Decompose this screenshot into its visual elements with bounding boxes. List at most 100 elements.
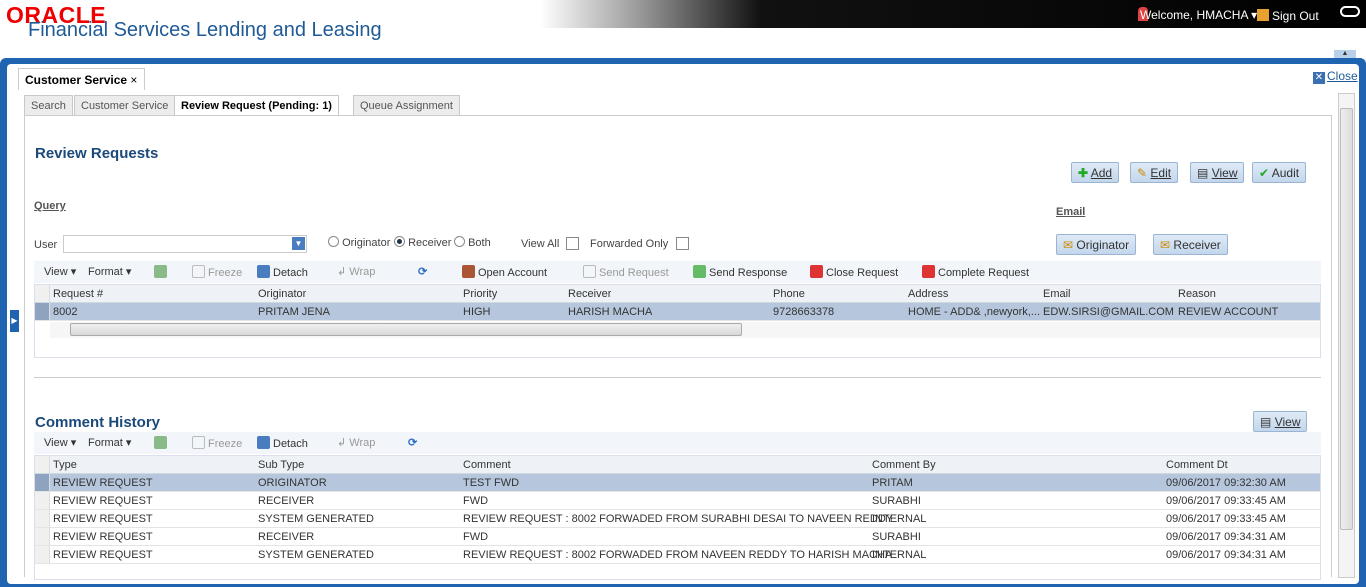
wrap-icon: ↲ [337, 437, 350, 449]
document-icon: ▤ [1197, 166, 1209, 180]
horizontal-scroll-thumb[interactable] [70, 323, 742, 336]
expand-left-panel-button[interactable]: ▶ [10, 310, 19, 332]
refresh-icon[interactable]: ⟳ [408, 436, 417, 449]
close-request-button[interactable]: Close Request [810, 265, 898, 279]
freeze-label: Freeze [208, 267, 243, 279]
sign-out-icon [1257, 9, 1269, 21]
chevron-down-icon[interactable]: ▼ [292, 237, 305, 250]
cell-comment-dt: 09/06/2017 09:34:31 AM [1166, 549, 1286, 561]
close-tab-icon[interactable]: × [130, 73, 137, 87]
detach-label: Detach [273, 438, 308, 450]
table-row[interactable]: REVIEW REQUEST SYSTEM GENERATED REVIEW REQ… [35, 510, 1320, 528]
cell-type: REVIEW REQUEST [53, 531, 153, 543]
audit-button[interactable]: ✔ Audit [1252, 162, 1307, 183]
column-header[interactable]: Receiver [568, 288, 611, 300]
cell-sub-type: RECEIVER [258, 495, 315, 507]
view-button[interactable]: ▤ View [1190, 162, 1245, 183]
cell-receiver: HARISH MACHA [568, 306, 653, 318]
send-request-button[interactable]: Send Request [583, 265, 669, 279]
cell-sub-type: RECEIVER [258, 531, 315, 543]
cell-sub-type: SYSTEM GENERATED [258, 513, 374, 525]
format-menu[interactable]: Format ▾ [88, 436, 131, 449]
freeze-button[interactable]: Freeze [192, 436, 242, 450]
edit-button[interactable]: ✎ Edit [1130, 162, 1179, 183]
checkmark-icon: ✔ [1259, 166, 1270, 180]
table-row[interactable]: REVIEW REQUEST SYSTEM GENERATED REVIEW REQ… [35, 546, 1320, 564]
cell-comment: FWD [463, 495, 489, 507]
email-originator-button[interactable]: ✉ Originator [1056, 234, 1137, 255]
sign-out-link[interactable]: Sign Out [1272, 9, 1319, 23]
view-menu[interactable]: View ▾ [44, 265, 76, 278]
column-header[interactable]: Phone [773, 288, 805, 300]
requests-toolbar: View ▾ Format ▾ Freeze Detach ↲ Wrap ⟳ O… [34, 261, 1321, 283]
forwarded-only-checkbox[interactable] [676, 237, 689, 250]
table-row[interactable]: REVIEW REQUEST ORIGINATOR TEST FWD PRITAM 09… [35, 474, 1320, 492]
table-row[interactable]: REVIEW REQUEST RECEIVER FWD SURABHI 09/06/20… [35, 528, 1320, 546]
column-header[interactable]: Comment [463, 459, 511, 471]
filter-icon [154, 265, 167, 278]
close-request-label: Close Request [826, 267, 899, 279]
wrap-button[interactable]: ↲ Wrap [337, 436, 375, 449]
pencil-icon: ✎ [1137, 166, 1148, 180]
close-button[interactable]: ✕ Close [1313, 69, 1358, 84]
table-row[interactable]: 8002 PRITAM JENA HIGH HARISH MACHA 97286… [35, 303, 1320, 321]
detach-button[interactable]: Detach [257, 436, 308, 450]
freeze-icon [192, 436, 205, 449]
cell-comment-dt: 09/06/2017 09:32:30 AM [1166, 477, 1286, 489]
cell-type: REVIEW REQUEST [53, 477, 153, 489]
query-by-example-button[interactable] [154, 265, 170, 279]
column-header[interactable]: Priority [463, 288, 497, 300]
table-row[interactable]: REVIEW REQUEST RECEIVER FWD SURABHI 09/06/20… [35, 492, 1320, 510]
wrap-icon: ↲ [337, 266, 350, 278]
radio-originator[interactable]: Originator [328, 236, 390, 249]
wrap-button[interactable]: ↲ Wrap [337, 265, 375, 278]
column-header[interactable]: Reason [1178, 288, 1216, 300]
wrap-label: Wrap [349, 266, 376, 278]
collapse-header-button[interactable]: ▲ [1334, 50, 1356, 58]
radio-icon [454, 236, 465, 247]
close-label: Close [1327, 69, 1358, 83]
cell-type: REVIEW REQUEST [53, 513, 153, 525]
add-button[interactable]: ✚ Add [1071, 162, 1120, 183]
column-header[interactable]: Type [53, 459, 77, 471]
tab-customer-service[interactable]: Customer Service [74, 95, 176, 116]
column-header[interactable]: Email [1043, 288, 1071, 300]
horizontal-scrollbar[interactable] [50, 322, 1320, 338]
cell-email: EDW.SIRSI@GMAIL.COM [1043, 306, 1174, 318]
welcome-menu[interactable]: Welcome, HMACHA ▾ [1140, 8, 1257, 22]
radio-label: Originator [342, 237, 391, 249]
freeze-button[interactable]: Freeze [192, 265, 242, 279]
comment-view-button[interactable]: ▤ View [1253, 411, 1308, 432]
open-account-button[interactable]: Open Account [462, 265, 547, 279]
tab-review-request[interactable]: Review Request (Pending: 1) [174, 95, 339, 116]
refresh-icon[interactable]: ⟳ [418, 265, 427, 278]
user-select[interactable] [63, 235, 307, 253]
complete-request-button[interactable]: Complete Request [922, 265, 1029, 279]
radio-both[interactable]: Both [454, 236, 491, 249]
book-icon [462, 265, 475, 278]
column-header[interactable]: Comment Dt [1166, 459, 1228, 471]
view-menu[interactable]: View ▾ [44, 436, 76, 449]
tab-customer-service-main[interactable]: Customer Service × [18, 68, 145, 90]
tab-queue-assignment[interactable]: Queue Assignment [353, 95, 460, 116]
complete-request-label: Complete Request [938, 267, 1030, 279]
forwarded-only-label: Forwarded Only [590, 238, 669, 250]
column-header[interactable]: Request # [53, 288, 103, 300]
column-header[interactable]: Comment By [872, 459, 936, 471]
view-all-checkbox[interactable] [566, 237, 579, 250]
column-header[interactable]: Sub Type [258, 459, 304, 471]
detach-button[interactable]: Detach [257, 265, 308, 279]
table-header: Request # Originator Priority Receiver P… [35, 285, 1320, 303]
email-receiver-button[interactable]: ✉ Receiver [1153, 234, 1228, 255]
column-header[interactable]: Originator [258, 288, 306, 300]
column-header[interactable]: Address [908, 288, 948, 300]
vertical-scroll-thumb[interactable] [1340, 108, 1353, 530]
send-response-button[interactable]: Send Response [693, 265, 787, 279]
format-menu[interactable]: Format ▾ [88, 265, 131, 278]
format-menu-label: Format [88, 266, 123, 278]
radio-receiver[interactable]: Receiver [394, 236, 451, 249]
tab-search[interactable]: Search [24, 95, 73, 116]
query-by-example-button[interactable] [154, 436, 170, 450]
view-menu-label: View [44, 266, 68, 278]
cell-comment-dt: 09/06/2017 09:33:45 AM [1166, 495, 1286, 507]
